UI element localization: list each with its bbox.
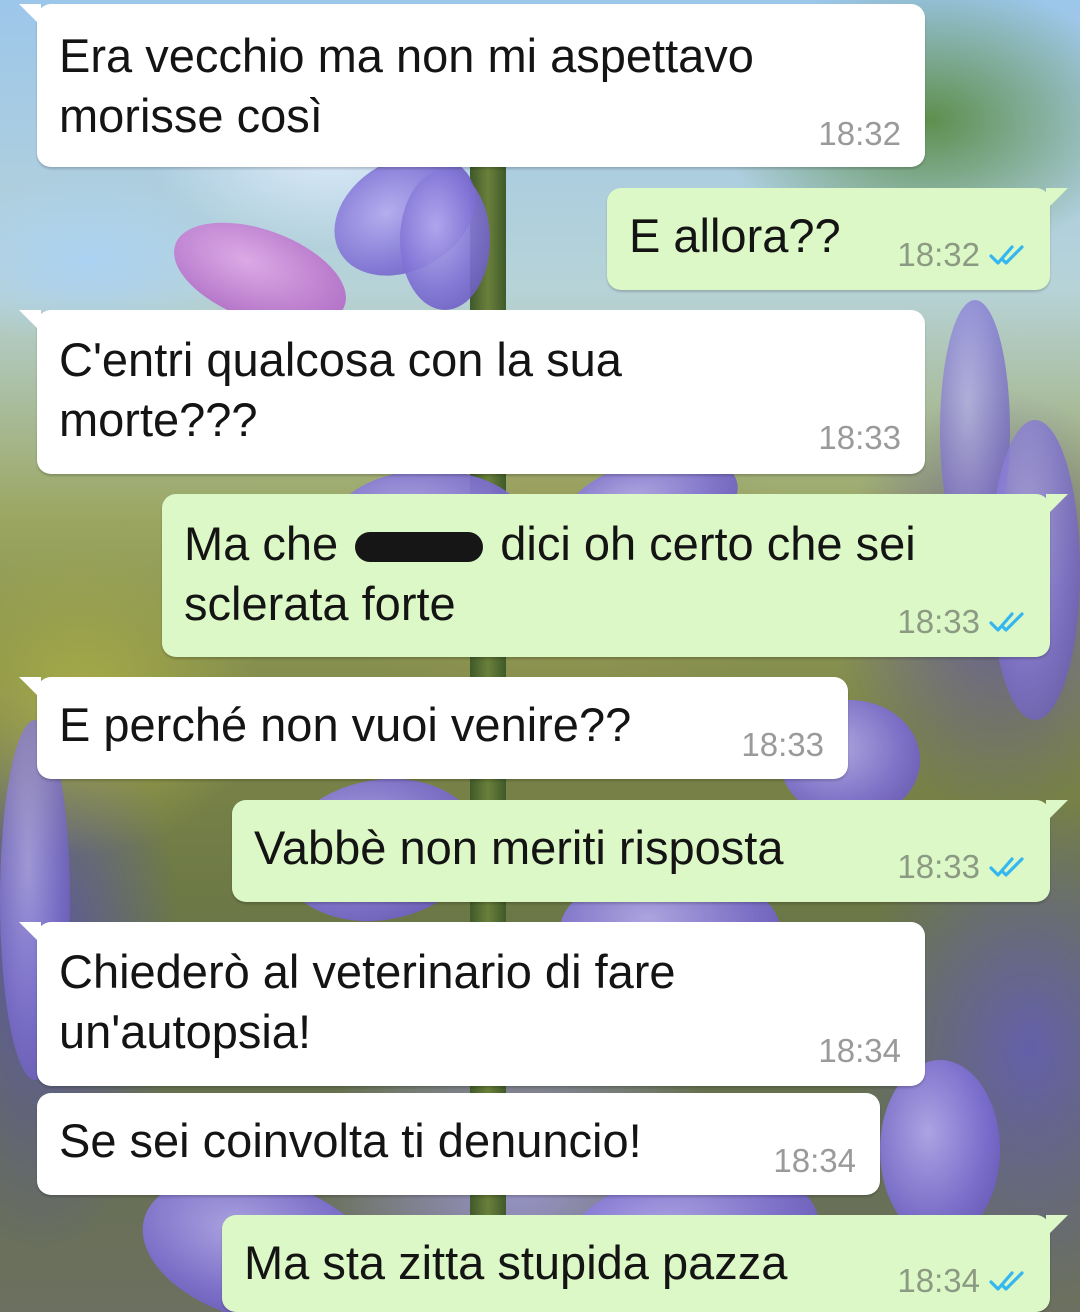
message-text: morte???: [59, 393, 258, 446]
message-text: Ma che dici oh certo che sei: [184, 514, 916, 574]
message-incoming[interactable]: Se sei coinvolta ti denuncio! 18:34: [37, 1093, 880, 1195]
message-outgoing[interactable]: Ma che dici oh certo che sei sclerata fo…: [162, 494, 1068, 657]
double-check-icon: [988, 609, 1028, 635]
message-text: Chiederò al veterinario di fare: [59, 945, 676, 998]
message-outgoing[interactable]: Ma sta zitta stupida pazza 18:34: [222, 1215, 1068, 1312]
message-meta: 18:34: [818, 1033, 901, 1069]
message-meta: 18:33: [741, 727, 824, 763]
message-time: 18:33: [897, 603, 980, 640]
message-incoming[interactable]: Chiederò al veterinario di fare un'autop…: [19, 922, 925, 1086]
message-text: Se sei coinvolta ti denuncio!: [59, 1114, 642, 1167]
message-meta: 18:34: [773, 1143, 856, 1179]
message-time: 18:34: [818, 1032, 901, 1069]
message-incoming[interactable]: C'entri qualcosa con la sua morte??? 18:…: [19, 310, 925, 474]
double-check-icon: [988, 1268, 1028, 1294]
censor-blot: [355, 532, 484, 562]
message-outgoing[interactable]: E allora?? 18:32: [607, 188, 1068, 290]
message-time: 18:34: [897, 1262, 980, 1299]
message-text: sclerata forte: [184, 577, 456, 630]
message-text-part: Ma che: [184, 517, 339, 570]
message-text: E perché non vuoi venire??: [59, 698, 632, 751]
message-meta: 18:33: [897, 849, 1028, 885]
message-meta: 18:32: [818, 116, 901, 152]
message-meta: 18:32: [897, 237, 1028, 273]
message-text: morisse così: [59, 89, 323, 142]
message-text: C'entri qualcosa con la sua: [59, 333, 622, 386]
message-text: Era vecchio ma non mi aspettavo: [59, 29, 754, 82]
message-incoming[interactable]: Era vecchio ma non mi aspettavo morisse …: [19, 4, 925, 167]
flower-petal: [400, 170, 490, 310]
message-text: E allora??: [629, 209, 841, 262]
message-text-part: dici oh certo che sei: [500, 517, 916, 570]
message-meta: 18:33: [818, 420, 901, 456]
message-outgoing[interactable]: Vabbè non meriti risposta 18:33: [232, 800, 1068, 902]
message-meta: 18:34: [897, 1263, 1028, 1299]
message-text: un'autopsia!: [59, 1005, 312, 1058]
double-check-icon: [988, 854, 1028, 880]
message-text: Ma sta zitta stupida pazza: [244, 1236, 788, 1289]
message-time: 18:34: [773, 1142, 856, 1179]
message-text: Vabbè non meriti risposta: [254, 821, 784, 874]
message-time: 18:32: [897, 236, 980, 273]
flower-petal: [880, 1060, 1000, 1240]
double-check-icon: [988, 242, 1028, 268]
message-time: 18:33: [818, 419, 901, 456]
message-time: 18:33: [741, 726, 824, 763]
message-incoming[interactable]: E perché non vuoi venire?? 18:33: [19, 677, 848, 779]
message-time: 18:32: [818, 115, 901, 152]
message-time: 18:33: [897, 848, 980, 885]
message-meta: 18:33: [897, 604, 1028, 640]
